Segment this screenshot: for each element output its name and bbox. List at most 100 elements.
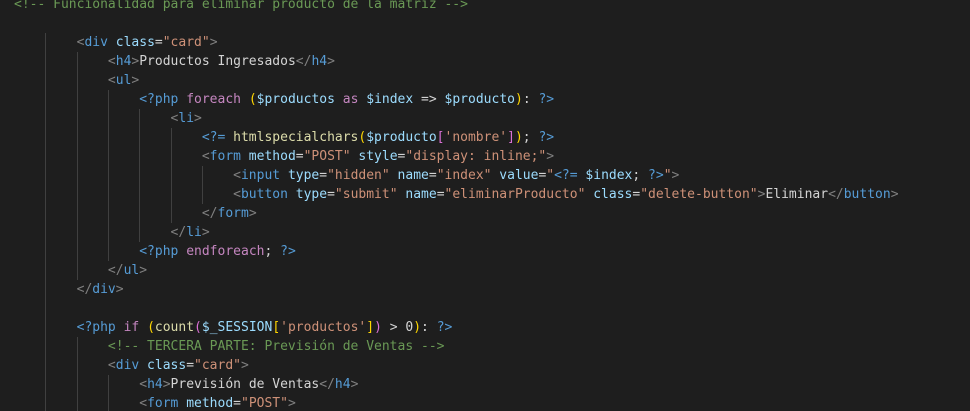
indent-guide xyxy=(139,147,141,166)
indent-guide xyxy=(107,166,109,185)
code-token: ?> xyxy=(538,92,555,107)
indent-guide xyxy=(170,147,172,166)
code-token: : xyxy=(522,92,539,107)
code-token: ul xyxy=(115,73,132,88)
code-area[interactable]: <!-- Funcionalidad para eliminar product… xyxy=(0,0,970,411)
indent-guide xyxy=(107,109,109,128)
code-token: $producto xyxy=(444,92,515,107)
indent-guide xyxy=(45,394,47,411)
code-line[interactable] xyxy=(0,299,970,318)
code-editor[interactable]: <!-- Funcionalidad para eliminar product… xyxy=(0,0,970,411)
code-line[interactable]: <!-- TERCERA PARTE: Previsión de Ventas … xyxy=(0,337,970,356)
code-token: => xyxy=(413,92,445,107)
code-token: <?= xyxy=(554,168,578,183)
indent-guide xyxy=(76,261,78,280)
indent-guide xyxy=(107,242,109,261)
code-token: if xyxy=(115,320,148,335)
code-line[interactable]: <li> xyxy=(0,109,970,128)
code-line[interactable]: <div class="card"> xyxy=(0,356,970,375)
indent-guide xyxy=(76,204,78,223)
indent-guide xyxy=(76,185,78,204)
code-token: > 0 xyxy=(381,320,414,335)
code-token: type xyxy=(280,168,320,183)
indent-guide xyxy=(76,394,78,411)
code-token: </ xyxy=(76,282,93,297)
indent-guide xyxy=(45,375,47,394)
code-token: ) xyxy=(374,320,382,335)
code-token: input xyxy=(240,168,281,183)
code-line[interactable]: <?php endforeach; ?> xyxy=(0,242,970,261)
indent-guide xyxy=(201,185,203,204)
indent-guide xyxy=(76,52,78,71)
code-token: div xyxy=(92,282,116,297)
code-token: < xyxy=(107,358,116,373)
code-token: < xyxy=(107,54,116,69)
code-token: <?php xyxy=(139,244,179,259)
code-token: form xyxy=(147,396,179,411)
indent-guide xyxy=(45,299,47,318)
indent-guide xyxy=(45,90,47,109)
code-token: " xyxy=(546,168,555,183)
code-token: button xyxy=(843,187,891,202)
indent-guide xyxy=(76,71,78,90)
code-token: > xyxy=(327,54,335,69)
code-line[interactable]: <input type="hidden" name="index" value=… xyxy=(0,166,970,185)
code-token: ) xyxy=(413,320,422,335)
code-token: "POST" xyxy=(303,149,351,164)
code-line[interactable]: <form method="POST" style="display: inli… xyxy=(0,147,970,166)
code-line[interactable]: <?php foreach ($productos as $index => $… xyxy=(0,90,970,109)
indent-guide xyxy=(76,337,78,356)
code-line[interactable]: <ul> xyxy=(0,71,970,90)
indent-guide xyxy=(170,204,172,223)
code-token: Eliminar xyxy=(765,187,829,202)
code-token: [ xyxy=(436,130,445,145)
code-line[interactable]: <button type="submit" name="eliminarProd… xyxy=(0,185,970,204)
code-line[interactable] xyxy=(0,14,970,33)
indent-guide xyxy=(201,166,203,185)
code-token: > xyxy=(890,187,899,202)
indent-guide xyxy=(139,223,141,242)
code-line[interactable]: </div> xyxy=(0,280,970,299)
code-token: div xyxy=(115,358,140,373)
code-token: "index" xyxy=(436,168,492,183)
code-token: Productos Ingresados xyxy=(139,54,296,69)
code-token: h4 xyxy=(147,377,163,392)
code-line[interactable]: <div class="card"> xyxy=(0,33,970,52)
indent-guide xyxy=(45,185,47,204)
code-line[interactable]: <form method="POST"> xyxy=(0,394,970,411)
code-token: button xyxy=(240,187,288,202)
code-token: type xyxy=(287,187,328,202)
code-token: : xyxy=(421,320,437,335)
code-line[interactable]: </ul> xyxy=(0,261,970,280)
indent-guide xyxy=(170,185,172,204)
code-token: ?> xyxy=(436,320,453,335)
code-token: <!-- Funcionalidad para eliminar product… xyxy=(14,0,468,12)
code-token: $producto xyxy=(366,130,437,145)
code-line[interactable]: <?php if (count($_SESSION['productos']) … xyxy=(0,318,970,337)
code-token: > xyxy=(287,396,296,411)
indent-guide xyxy=(170,166,172,185)
code-token: " xyxy=(663,168,672,183)
code-line[interactable]: </form> xyxy=(0,204,970,223)
code-line[interactable]: </li> xyxy=(0,223,970,242)
code-token: class xyxy=(139,358,187,373)
code-token: "POST" xyxy=(241,396,288,411)
code-token: style xyxy=(350,149,398,164)
code-line[interactable]: <?= htmlspecialchars($producto['nombre']… xyxy=(0,128,970,147)
indent-guide xyxy=(45,242,47,261)
code-token: > xyxy=(194,111,202,126)
code-token: h4 xyxy=(311,54,328,69)
indent-guide xyxy=(107,394,109,411)
code-token: > xyxy=(209,35,218,50)
indent-guide xyxy=(139,109,141,128)
code-token: 'nombre' xyxy=(444,130,508,145)
code-token: </ xyxy=(107,263,124,278)
code-line[interactable]: <!-- Funcionalidad para eliminar product… xyxy=(0,0,970,14)
code-line[interactable]: <h4>Productos Ingresados</h4> xyxy=(0,52,970,71)
indent-guide xyxy=(45,223,47,242)
code-line[interactable]: <h4>Previsión de Ventas</h4> xyxy=(0,375,970,394)
